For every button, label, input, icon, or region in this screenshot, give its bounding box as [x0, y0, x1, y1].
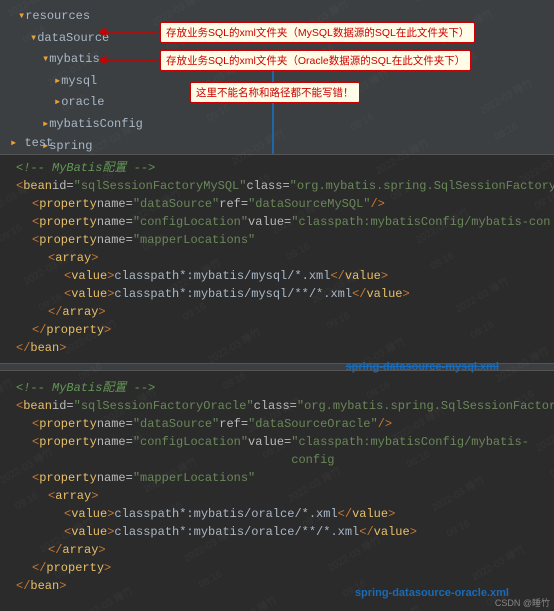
code-array-close-oracle: </array>	[8, 541, 554, 559]
code-array-open-oracle: <array>	[8, 487, 554, 505]
val-id-1: "sqlSessionFactoryMySQL"	[74, 177, 247, 195]
tree-label-mybatisconfig: mybatisConfig	[49, 114, 143, 136]
code-property-config-oracle: <property name="configLocation" value="c…	[8, 433, 554, 469]
folder-open-icon: ▾	[18, 6, 25, 28]
code-value-oracle-1: <value>classpath*:mybatis/oralce/*.xml</…	[8, 505, 554, 523]
tree-item-test[interactable]: ▸ test	[10, 135, 53, 150]
code-property-datasource-oracle: <property name="dataSource" ref="dataSou…	[8, 415, 554, 433]
annotation-oracle-arrow	[100, 52, 160, 74]
code-array-open-mysql: <array>	[8, 249, 554, 267]
section2: <!-- MyBatis配置 --> <bean id="sqlSessionF…	[0, 377, 554, 595]
comment-text-1: <!-- MyBatis配置 -->	[16, 159, 155, 177]
label-spring-mysql: spring-datasource-mysql.xml	[346, 361, 499, 373]
angle-open-1: <	[16, 177, 23, 195]
code-property-config-mysql: <property name="configLocation" value="c…	[8, 213, 554, 231]
code-value-mysql-2: <value>classpath*:mybatis/mysql/**/*.xml…	[8, 285, 554, 303]
code-property-datasource-mysql: <property name="dataSource" ref="dataSou…	[8, 195, 554, 213]
code-comment-2: <!-- MyBatis配置 -->	[8, 379, 554, 397]
tree-item-spring[interactable]: ▸ spring	[10, 136, 554, 155]
annotation-oracle-text: 存放业务SQL的xml文件夹（Oracle数据源的SQL在此文件夹下）	[166, 55, 465, 67]
annotation-path-warning: 这里不能名称和路径都不能写错！	[190, 82, 360, 103]
annotation-mysql: 存放业务SQL的xml文件夹（MySQL数据源的SQL在此文件夹下）	[160, 22, 475, 43]
tree-item-mybatisconfig[interactable]: ▸ mybatisConfig	[10, 114, 554, 136]
folder-closed-icon-mybatisconfig: ▸	[42, 114, 49, 136]
code-property-close-mysql: </property>	[8, 321, 554, 339]
annotation-mysql-text: 存放业务SQL的xml文件夹（MySQL数据源的SQL在此文件夹下）	[166, 27, 469, 39]
annotation-path-text: 这里不能名称和路径都不能写错！	[196, 87, 354, 99]
code-comment-1: <!-- MyBatis配置 -->	[8, 159, 554, 177]
folder-open-icon3: ▾	[42, 49, 49, 71]
code-bean-oracle: <bean id="sqlSessionFactoryOracle" class…	[8, 397, 554, 415]
attr-id-1: id=	[52, 177, 74, 195]
attr-class-1: class=	[246, 177, 289, 195]
code-property-close-oracle: </property>	[8, 559, 554, 577]
label-spring-oracle: spring-datasource-oracle.xml	[355, 587, 509, 599]
comment-text-2: <!-- MyBatis配置 -->	[16, 379, 155, 397]
code-bean-close-mysql: </bean>	[8, 339, 554, 357]
val-class-1: "org.mybatis.spring.SqlSessionFactoryB	[290, 177, 554, 195]
code-panel: <!-- MyBatis配置 --> <bean id="sqlSessionF…	[0, 155, 554, 611]
file-tree-panel: ▾ resources ▾ dataSource ▾ mybatis ▸ mys…	[0, 0, 554, 155]
folder-closed-icon-oracle: ▸	[54, 92, 61, 114]
tag-bean-1: bean	[23, 177, 52, 195]
folder-open-icon2: ▾	[30, 28, 37, 50]
tree-label-resources: resources	[25, 6, 90, 28]
annotation-mysql-arrow	[100, 24, 160, 46]
tree-label-test: test	[24, 136, 53, 150]
tree-label-oracle: oracle	[61, 92, 104, 114]
code-value-oracle-2: <value>classpath*:mybatis/oralce/**/*.xm…	[8, 523, 554, 541]
tree-label-mybatis: mybatis	[49, 49, 99, 71]
code-bean-mysql: <bean id="sqlSessionFactoryMySQL" class=…	[8, 177, 554, 195]
code-array-close-mysql: </array>	[8, 303, 554, 321]
tree-label-datasource: dataSource	[37, 28, 109, 50]
section1: <!-- MyBatis配置 --> <bean id="sqlSessionF…	[0, 155, 554, 357]
code-property-mapper-oracle: <property name="mapperLocations"	[8, 469, 554, 487]
code-property-mapper-mysql: <property name="mapperLocations"	[8, 231, 554, 249]
branding-label: CSDN @睡竹	[495, 596, 550, 609]
folder-icon-test: ▸	[10, 136, 24, 150]
folder-closed-icon-mysql: ▸	[54, 71, 61, 93]
blue-vertical-arrow	[272, 58, 274, 155]
code-value-mysql-1: <value>classpath*:mybatis/mysql/*.xml</v…	[8, 267, 554, 285]
annotation-oracle: 存放业务SQL的xml文件夹（Oracle数据源的SQL在此文件夹下）	[160, 50, 471, 71]
tree-label-mysql: mysql	[61, 71, 97, 93]
tree-label-spring: spring	[49, 136, 92, 155]
